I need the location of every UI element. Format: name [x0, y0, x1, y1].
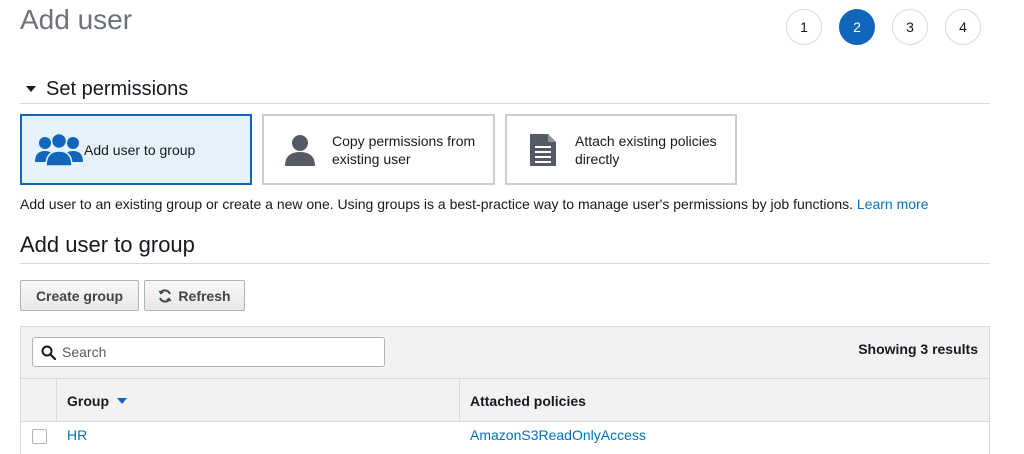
step-1[interactable]: 1 [786, 9, 822, 45]
group-section-title: Add user to group [20, 232, 195, 257]
page-title: Add user [20, 4, 133, 35]
search-icon [41, 345, 56, 360]
add-user-to-group-header: Add user to group [20, 232, 990, 264]
set-permissions-header[interactable]: Set permissions [20, 76, 990, 104]
sort-down-icon [117, 397, 127, 404]
refresh-button[interactable]: Refresh [144, 280, 245, 311]
column-header-attached-policies[interactable]: Attached policies [460, 379, 989, 422]
step-2[interactable]: 2 [839, 9, 875, 45]
option-label: Attach existing policies directly [575, 132, 717, 167]
group-name-link[interactable]: HR [67, 427, 87, 443]
help-text: Add user to an existing group or create … [20, 196, 928, 212]
step-4[interactable]: 4 [945, 9, 981, 45]
select-column-header [21, 379, 57, 422]
create-group-button[interactable]: Create group [20, 280, 139, 311]
table-toolbar: Showing 3 results [21, 327, 989, 379]
learn-more-link[interactable]: Learn more [857, 196, 929, 212]
section-title: Set permissions [46, 78, 189, 100]
option-label: Copy permissions from existing user [332, 132, 476, 167]
document-icon [519, 130, 567, 170]
table-header: Group Attached policies [21, 379, 989, 422]
refresh-icon [158, 288, 172, 303]
row-checkbox[interactable] [32, 429, 47, 444]
caret-down-icon [26, 85, 36, 92]
option-add-user-to-group[interactable]: Add user to group [20, 114, 252, 185]
option-copy-permissions[interactable]: Copy permissions from existing user [262, 114, 495, 185]
option-attach-policies[interactable]: Attach existing policies directly [505, 114, 737, 185]
search-box[interactable] [32, 337, 385, 367]
search-input[interactable] [62, 344, 362, 360]
refresh-label: Refresh [178, 287, 231, 304]
option-label: Add user to group [84, 141, 196, 158]
groups-table: Showing 3 results Group Attached policie… [20, 326, 990, 454]
user-group-icon [34, 130, 84, 170]
column-header-label: Attached policies [470, 392, 586, 409]
column-header-label: Group [67, 392, 109, 409]
results-count: Showing 3 results [858, 341, 978, 357]
help-description: Add user to an existing group or create … [20, 196, 853, 212]
column-header-group[interactable]: Group [57, 379, 460, 422]
user-icon [276, 130, 324, 170]
table-row[interactable]: HR AmazonS3ReadOnlyAccess [21, 423, 989, 454]
policy-link[interactable]: AmazonS3ReadOnlyAccess [470, 427, 646, 443]
step-3[interactable]: 3 [892, 9, 928, 45]
